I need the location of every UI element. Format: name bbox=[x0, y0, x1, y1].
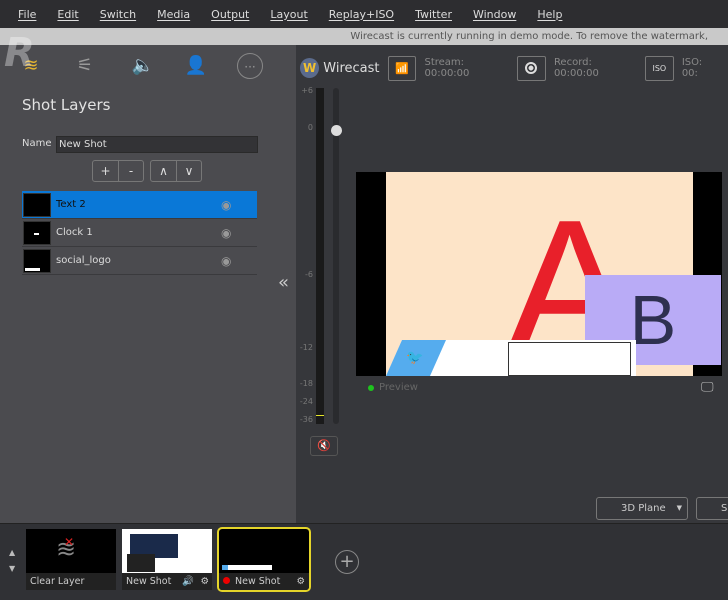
app-name: Wirecast bbox=[323, 60, 380, 76]
stream-time: Stream: 00:00:00 bbox=[424, 57, 470, 79]
layer-item[interactable]: social_logo ◉ bbox=[22, 247, 257, 275]
clear-layer-icon: ≋ ✕ bbox=[56, 535, 77, 563]
chevron-down-icon: ▼ bbox=[676, 504, 682, 512]
monitor-icon[interactable]: 🖵 bbox=[701, 380, 714, 395]
shot-label: New Shot bbox=[235, 576, 281, 587]
menu-window[interactable]: Window bbox=[473, 8, 516, 21]
dropdown-value: 3D Plane bbox=[621, 503, 666, 514]
meter-tick: -12 bbox=[299, 343, 313, 352]
iso-button[interactable]: ISO bbox=[644, 55, 674, 81]
scroll-arrows[interactable]: ▲ ▼ bbox=[9, 545, 15, 577]
layer-thumbnail bbox=[23, 248, 51, 273]
menu-twitter[interactable]: Twitter bbox=[415, 8, 452, 21]
menu-layout[interactable]: Layout bbox=[270, 8, 307, 21]
name-label: Name bbox=[22, 138, 52, 149]
move-up-button[interactable]: ∧ bbox=[151, 161, 176, 181]
wirecast-logo-icon: W bbox=[300, 58, 320, 78]
dropdown-value: S bbox=[721, 503, 728, 514]
add-remove-group: + - bbox=[92, 160, 144, 182]
audio-tab-icon[interactable]: 🔈 bbox=[130, 53, 156, 79]
stream-button[interactable]: 📶 bbox=[387, 55, 417, 81]
menu-bar: File Edit Switch Media Output Layout Rep… bbox=[0, 0, 728, 28]
gear-icon[interactable]: ⚙ bbox=[200, 573, 209, 590]
layer-label: Text 2 bbox=[56, 199, 86, 210]
shot-clear-layer[interactable]: ≋ ✕ Clear Layer bbox=[26, 529, 116, 590]
properties-tab-icon[interactable]: ⚟ bbox=[72, 53, 98, 79]
shot-item-live[interactable]: New Shot ⚙ bbox=[217, 527, 311, 592]
volume-slider-handle[interactable] bbox=[331, 125, 342, 136]
collapse-panel-button[interactable]: « bbox=[278, 272, 289, 293]
meter-tick: -24 bbox=[299, 397, 313, 406]
demo-banner: Wirecast is currently running in demo mo… bbox=[0, 28, 728, 45]
menu-switch[interactable]: Switch bbox=[100, 8, 136, 21]
menu-edit[interactable]: Edit bbox=[57, 8, 78, 21]
panel-title: Shot Layers bbox=[22, 96, 111, 114]
eye-icon[interactable]: ◉ bbox=[221, 255, 237, 267]
user-tab-icon[interactable]: 👤 bbox=[183, 53, 209, 79]
layer-label: Clock 1 bbox=[56, 227, 93, 238]
remove-layer-button[interactable]: - bbox=[118, 161, 143, 181]
menu-file[interactable]: File bbox=[18, 8, 36, 21]
toolbar: W Wirecast 📶 Stream: 00:00:00 Record: 00… bbox=[300, 54, 728, 82]
transition-dropdown[interactable]: 3D Plane ▼ bbox=[596, 497, 688, 520]
preview-background: A B 🐦 bbox=[386, 172, 721, 376]
preview-canvas[interactable]: A B 🐦 bbox=[356, 172, 722, 376]
shot-label-bar: New Shot 🔊 ⚙ bbox=[122, 573, 212, 590]
record-time: Record: 00:00:00 bbox=[553, 57, 599, 79]
preview-label: Preview bbox=[379, 382, 418, 393]
shot-layers-panel: ≋ ⚟ 🔈 👤 ··· bbox=[0, 45, 296, 523]
move-down-button[interactable]: ∨ bbox=[176, 161, 201, 181]
eye-icon[interactable]: ◉ bbox=[221, 199, 237, 211]
audio-icon: 🔊 bbox=[182, 576, 194, 587]
name-input[interactable]: New Shot bbox=[56, 136, 258, 153]
meter-tick: +6 bbox=[301, 86, 313, 95]
add-shot-button[interactable]: + bbox=[335, 550, 359, 574]
shot-label: Clear Layer bbox=[26, 573, 116, 590]
iso-icon: ISO bbox=[652, 63, 667, 73]
meter-tick: -36 bbox=[299, 415, 313, 424]
layer-thumbnail bbox=[23, 220, 51, 245]
shot-label: New Shot bbox=[126, 576, 172, 587]
shot-thumbnail bbox=[222, 565, 272, 570]
menu-media[interactable]: Media bbox=[157, 8, 190, 21]
live-dot-icon bbox=[223, 577, 230, 584]
gear-icon[interactable]: ⚙ bbox=[296, 573, 305, 590]
layer-item[interactable]: Clock 1 ◉ bbox=[22, 219, 257, 247]
shot-label-bar: New Shot ⚙ bbox=[219, 573, 309, 590]
shot-item[interactable]: New Shot 🔊 ⚙ bbox=[122, 529, 212, 590]
mute-button[interactable]: 🔇 bbox=[310, 436, 338, 456]
meter-tick: -6 bbox=[305, 270, 313, 279]
selection-box[interactable] bbox=[508, 342, 631, 376]
menu-replay-iso[interactable]: Replay+ISO bbox=[329, 8, 394, 21]
secondary-dropdown[interactable]: S bbox=[696, 497, 728, 520]
add-layer-button[interactable]: + bbox=[93, 161, 118, 181]
eye-icon[interactable]: ◉ bbox=[221, 227, 237, 239]
watermark-logo: R bbox=[4, 30, 35, 76]
menu-output[interactable]: Output bbox=[211, 8, 249, 21]
preview-status-dot bbox=[368, 385, 374, 391]
meter-tick: 0 bbox=[307, 123, 313, 132]
more-tab-icon[interactable]: ··· bbox=[237, 53, 263, 79]
menu-help[interactable]: Help bbox=[537, 8, 562, 21]
iso-time: ISO: 00: bbox=[681, 57, 703, 79]
volume-slider[interactable] bbox=[333, 88, 339, 424]
meter-tick: -18 bbox=[299, 379, 313, 388]
audio-meter bbox=[316, 88, 324, 424]
layer-item[interactable]: Text 2 ◉ bbox=[22, 191, 257, 219]
move-group: ∧ ∨ bbox=[150, 160, 202, 182]
layer-label: social_logo bbox=[56, 255, 111, 266]
record-icon bbox=[525, 62, 538, 74]
wifi-icon: 📶 bbox=[395, 61, 409, 75]
record-button[interactable] bbox=[516, 55, 546, 81]
layer-thumbnail bbox=[23, 192, 51, 217]
